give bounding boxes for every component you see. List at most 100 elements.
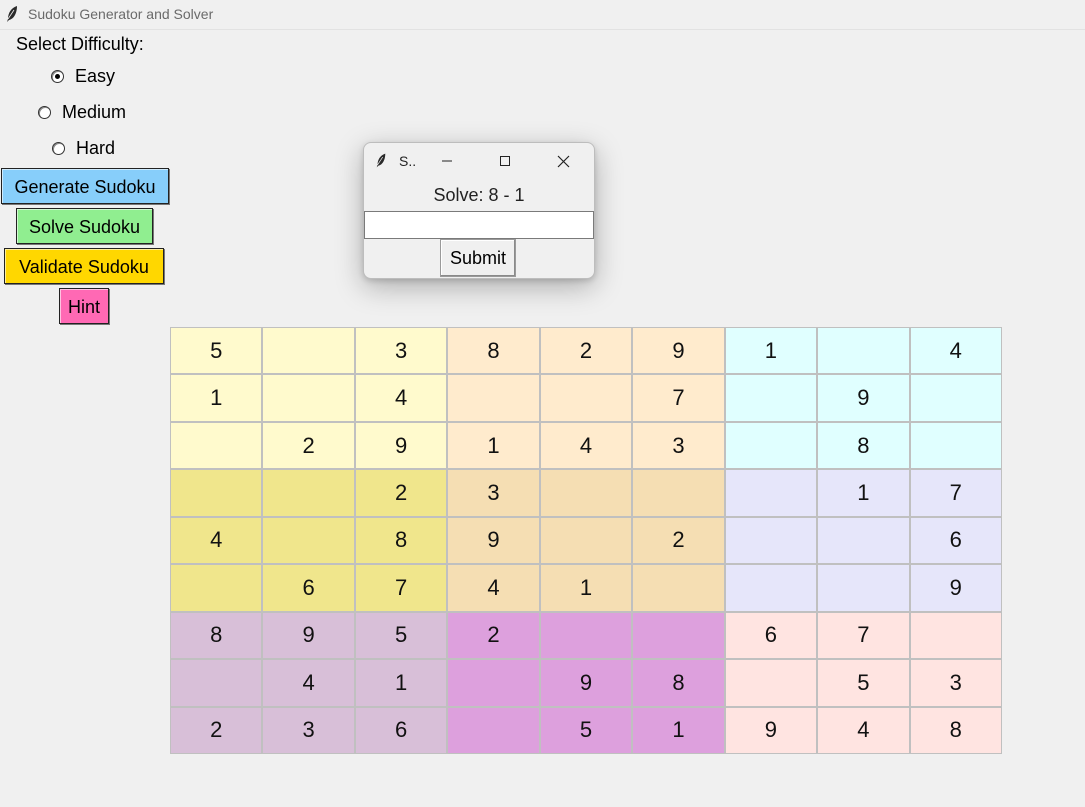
sudoku-cell[interactable]: 7 [817, 611, 910, 660]
sudoku-cell[interactable] [539, 611, 633, 660]
answer-input[interactable] [364, 211, 594, 239]
sudoku-cell[interactable] [447, 659, 540, 707]
sudoku-cell[interactable]: 9 [447, 516, 540, 565]
sudoku-cell[interactable]: 5 [170, 327, 263, 375]
sudoku-cell[interactable]: 2 [539, 327, 633, 375]
sudoku-cell[interactable]: 5 [539, 706, 633, 754]
sudoku-cell[interactable]: 4 [354, 374, 448, 422]
sudoku-cell[interactable] [724, 374, 818, 422]
sudoku-cell[interactable]: 3 [354, 327, 448, 375]
sudoku-cell[interactable]: 3 [632, 421, 725, 470]
sudoku-cell[interactable]: 1 [170, 374, 263, 422]
sudoku-cell[interactable]: 9 [817, 374, 910, 422]
radio-hard-label: Hard [76, 138, 116, 158]
generate-sudoku-button[interactable]: Generate Sudoku [1, 168, 169, 204]
sudoku-cell[interactable] [539, 469, 633, 517]
validate-sudoku-button[interactable]: Validate Sudoku [4, 248, 164, 284]
solve-sudoku-button[interactable]: Solve Sudoku [16, 208, 153, 244]
radio-unchecked-icon [52, 142, 65, 155]
sudoku-cell[interactable]: 8 [354, 516, 448, 565]
sudoku-cell[interactable]: 6 [724, 611, 818, 660]
sudoku-cell[interactable] [170, 421, 263, 470]
sudoku-cell[interactable]: 7 [909, 469, 1002, 517]
sudoku-cell[interactable]: 9 [724, 706, 818, 754]
sudoku-cell[interactable]: 9 [632, 327, 725, 375]
sudoku-cell[interactable] [262, 469, 355, 517]
sudoku-cell[interactable]: 8 [632, 659, 725, 707]
sudoku-cell[interactable]: 4 [447, 564, 540, 612]
sudoku-cell[interactable]: 8 [170, 611, 263, 660]
maximize-icon[interactable] [492, 149, 518, 173]
sudoku-grid: 5382914147929143823174892667419895267419… [170, 327, 1002, 754]
sudoku-cell[interactable]: 4 [817, 706, 910, 754]
sudoku-cell[interactable] [632, 469, 725, 517]
sudoku-cell[interactable]: 6 [909, 516, 1002, 565]
sudoku-cell[interactable]: 3 [909, 659, 1002, 707]
sudoku-cell[interactable]: 1 [354, 659, 448, 707]
sudoku-cell[interactable]: 2 [447, 611, 540, 660]
sudoku-cell[interactable] [170, 564, 263, 612]
sudoku-cell[interactable]: 1 [724, 327, 818, 375]
sudoku-cell[interactable]: 9 [909, 564, 1002, 612]
radio-medium[interactable]: Medium [38, 102, 126, 123]
minimize-icon[interactable] [434, 149, 460, 173]
sudoku-cell[interactable]: 8 [817, 421, 910, 470]
sudoku-cell[interactable]: 2 [354, 469, 448, 517]
sudoku-cell[interactable]: 9 [539, 659, 633, 707]
sudoku-cell[interactable] [262, 374, 355, 422]
sudoku-cell[interactable] [909, 421, 1002, 470]
sudoku-cell[interactable] [262, 516, 355, 565]
sudoku-cell[interactable]: 1 [817, 469, 910, 517]
sudoku-cell[interactable] [170, 469, 263, 517]
sudoku-cell[interactable] [817, 327, 910, 375]
sudoku-cell[interactable] [447, 374, 540, 422]
sudoku-cell[interactable]: 9 [262, 611, 355, 660]
sudoku-cell[interactable] [909, 374, 1002, 422]
sudoku-cell[interactable]: 8 [447, 327, 540, 375]
sudoku-cell[interactable]: 1 [447, 421, 540, 470]
sudoku-cell[interactable] [539, 516, 633, 565]
sudoku-cell[interactable]: 2 [262, 421, 355, 470]
close-icon[interactable] [550, 149, 576, 173]
sudoku-cell[interactable]: 3 [262, 706, 355, 754]
sudoku-cell[interactable]: 2 [632, 516, 725, 565]
sudoku-cell[interactable] [632, 611, 725, 660]
solve-dialog: S.. Solve: 8 - 1 Submit [363, 142, 595, 279]
submit-button[interactable]: Submit [440, 239, 516, 277]
sudoku-cell[interactable] [447, 706, 540, 754]
sudoku-cell[interactable]: 9 [354, 421, 448, 470]
sudoku-cell[interactable]: 5 [354, 611, 448, 660]
sudoku-cell[interactable]: 8 [909, 706, 1002, 754]
sudoku-cell[interactable] [724, 469, 818, 517]
sudoku-cell[interactable]: 3 [447, 469, 540, 517]
sudoku-cell[interactable]: 7 [632, 374, 725, 422]
sudoku-cell[interactable] [724, 516, 818, 565]
dialog-title: S.. [399, 153, 417, 169]
sudoku-cell[interactable]: 5 [817, 659, 910, 707]
sudoku-cell[interactable]: 4 [262, 659, 355, 707]
sudoku-cell[interactable]: 7 [354, 564, 448, 612]
sudoku-cell[interactable] [262, 327, 355, 375]
sudoku-cell[interactable]: 6 [262, 564, 355, 612]
difficulty-label: Select Difficulty: [16, 34, 144, 54]
sudoku-cell[interactable] [817, 564, 910, 612]
sudoku-cell[interactable]: 6 [354, 706, 448, 754]
sudoku-cell[interactable]: 4 [539, 421, 633, 470]
sudoku-cell[interactable]: 4 [170, 516, 263, 565]
sudoku-cell[interactable]: 1 [539, 564, 633, 612]
sudoku-cell[interactable]: 4 [909, 327, 1002, 375]
sudoku-cell[interactable] [170, 659, 263, 707]
window-title: Sudoku Generator and Solver [28, 6, 214, 22]
sudoku-cell[interactable]: 1 [632, 706, 725, 754]
sudoku-cell[interactable] [909, 611, 1002, 660]
sudoku-cell[interactable] [539, 374, 633, 422]
radio-easy[interactable]: Easy [51, 66, 115, 87]
sudoku-cell[interactable]: 2 [170, 706, 263, 754]
radio-hard[interactable]: Hard [52, 138, 115, 159]
sudoku-cell[interactable] [724, 564, 818, 612]
hint-button[interactable]: Hint [59, 288, 109, 324]
sudoku-cell[interactable] [724, 421, 818, 470]
sudoku-cell[interactable] [632, 564, 725, 612]
sudoku-cell[interactable] [817, 516, 910, 565]
sudoku-cell[interactable] [724, 659, 818, 707]
